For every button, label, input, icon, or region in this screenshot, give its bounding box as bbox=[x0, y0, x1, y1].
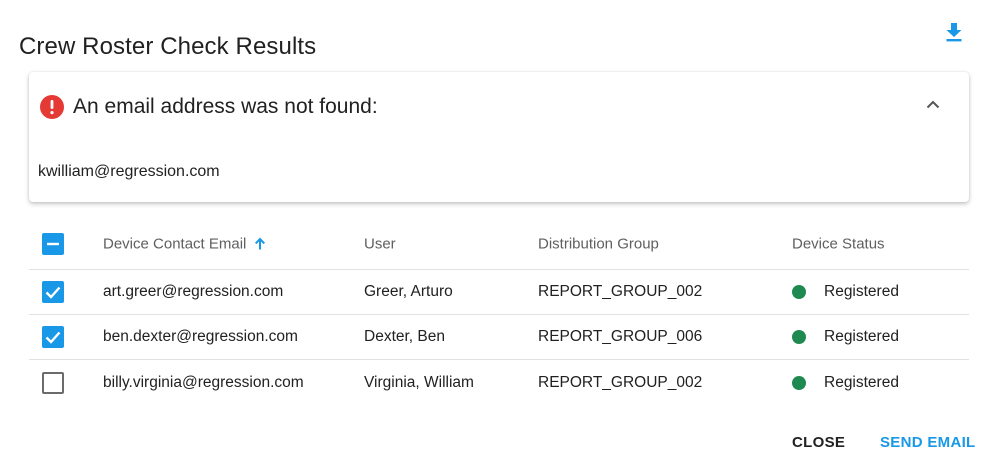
cell-user: Greer, Arturo bbox=[364, 283, 453, 300]
cell-user: Virginia, William bbox=[364, 373, 474, 391]
cell-status: Registered bbox=[792, 374, 899, 392]
column-header-group[interactable]: Distribution Group bbox=[538, 236, 659, 253]
status-dot-icon bbox=[792, 330, 806, 344]
cell-email: art.greer@regression.com bbox=[103, 283, 284, 300]
crew-roster-dialog: Crew Roster Check Results An email addre… bbox=[0, 0, 1001, 461]
missing-email: kwilliam@regression.com bbox=[38, 163, 220, 180]
send-email-button[interactable]: SEND EMAIL bbox=[880, 434, 976, 451]
download-icon bbox=[946, 23, 962, 42]
alert-title: An email address was not found: bbox=[73, 95, 378, 118]
table-header-row: Device Contact Email User Distribution G… bbox=[29, 219, 969, 270]
download-button[interactable] bbox=[940, 18, 968, 46]
column-header-email[interactable]: Device Contact Email bbox=[103, 236, 266, 253]
status-dot-icon bbox=[792, 375, 806, 390]
not-found-alert: An email address was not found: kwilliam… bbox=[29, 72, 969, 202]
table-row: art.greer@regression.com Greer, Arturo R… bbox=[29, 270, 969, 315]
cell-status: Registered bbox=[792, 328, 899, 346]
checkmark-icon bbox=[45, 286, 61, 299]
status-label: Registered bbox=[824, 373, 899, 391]
cell-group: REPORT_GROUP_006 bbox=[538, 328, 703, 345]
table-row: billy.virginia@regression.com Virginia, … bbox=[29, 360, 969, 405]
column-header-status[interactable]: Device Status bbox=[792, 236, 885, 253]
roster-table: Device Contact Email User Distribution G… bbox=[29, 219, 969, 405]
status-label: Registered bbox=[824, 283, 899, 300]
row-checkbox[interactable] bbox=[42, 281, 64, 303]
close-button[interactable]: CLOSE bbox=[792, 434, 845, 451]
cell-group: REPORT_GROUP_002 bbox=[538, 373, 703, 391]
cell-email: ben.dexter@regression.com bbox=[103, 328, 298, 345]
row-checkbox[interactable] bbox=[42, 326, 64, 348]
row-checkbox[interactable] bbox=[42, 371, 64, 394]
arrow-up-icon bbox=[255, 237, 266, 250]
status-label: Registered bbox=[824, 328, 899, 345]
status-dot-icon bbox=[792, 285, 806, 299]
cell-group: REPORT_GROUP_002 bbox=[538, 283, 703, 300]
chevron-up-icon bbox=[926, 100, 940, 108]
select-all-checkbox[interactable] bbox=[42, 233, 64, 255]
column-header-user[interactable]: User bbox=[364, 236, 396, 253]
minus-icon bbox=[47, 242, 59, 246]
checkmark-icon bbox=[45, 331, 61, 344]
table-row: ben.dexter@regression.com Dexter, Ben RE… bbox=[29, 315, 969, 360]
dialog-title: Crew Roster Check Results bbox=[19, 33, 317, 60]
cell-user: Dexter, Ben bbox=[364, 328, 445, 345]
cell-status: Registered bbox=[792, 283, 899, 301]
cell-email: billy.virginia@regression.com bbox=[103, 373, 304, 391]
error-icon bbox=[40, 95, 64, 119]
collapse-alert-button[interactable] bbox=[921, 92, 945, 116]
